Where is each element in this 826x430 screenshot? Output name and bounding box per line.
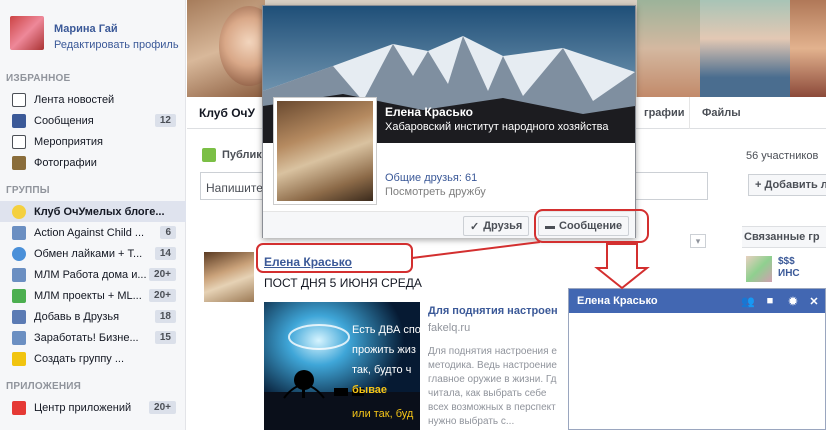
group-item[interactable]: МЛМ Работа дома и... 20+ [0, 264, 186, 285]
chat-window: Елена Красько 👥 ■ ✹ ✕ [568, 288, 826, 430]
group-item-badge: 15 [154, 331, 176, 344]
tab-files[interactable]: Файлы [689, 97, 753, 129]
messages-icon [12, 113, 26, 128]
send-message-button[interactable]: ▬ Сообщение [538, 216, 630, 236]
groups-heading: ГРУППЫ [6, 185, 50, 196]
hover-card-photo[interactable] [273, 97, 377, 205]
profile-hover-card: Елена Красько Хабаровский институт народ… [262, 5, 636, 238]
post-author-name[interactable]: Елена Красько [264, 255, 352, 269]
group-icon [12, 225, 26, 240]
related-group-name[interactable]: $$$ ИНС [778, 256, 818, 280]
favorites-item-label: Мероприятия [34, 135, 103, 148]
see-friendship-link[interactable]: Посмотреть дружбу [385, 186, 486, 198]
photos-icon [12, 155, 26, 170]
post-options-chevron-icon[interactable]: ▾ [690, 234, 706, 248]
group-item-label: Клуб ОчУмелых блоге... [34, 205, 165, 218]
group-item-badge: 18 [154, 310, 176, 323]
left-sidebar: Марина Гай Редактировать профиль ИЗБРАНН… [0, 0, 186, 430]
group-item[interactable]: МЛМ проекты + МL... 20+ [0, 285, 186, 306]
app-item[interactable]: Центр приложений 20+ [0, 397, 186, 418]
group-item[interactable]: Создать группу ... [0, 348, 186, 369]
members-count[interactable]: 56 участников [746, 150, 818, 162]
group-icon [12, 330, 26, 345]
app-item-badge: 20+ [149, 401, 176, 414]
tab-group-name[interactable]: Клуб ОчУ [187, 97, 267, 129]
globe-icon [12, 246, 26, 261]
news-feed-icon [12, 92, 26, 107]
group-item[interactable]: Заработать! Бизне... 15 [0, 327, 186, 348]
group-item[interactable]: Добавь в Друзья 18 [0, 306, 186, 327]
group-item[interactable]: Обмен лайками + Т... 14 [0, 243, 186, 264]
person-icon [12, 309, 26, 324]
group-item[interactable]: Action Against Child ... 6 [0, 222, 186, 243]
gear-icon[interactable]: ✹ [786, 294, 800, 308]
related-group-thumbnail[interactable] [746, 256, 772, 282]
group-item-label: Заработать! Бизне... [34, 331, 139, 344]
add-friends-to-chat-icon[interactable]: 👥 [741, 294, 755, 308]
group-item[interactable]: Клуб ОчУмелых блоге... [0, 201, 186, 222]
post-author-avatar[interactable] [204, 252, 254, 302]
group-item-label: Создать группу ... [34, 352, 125, 365]
group-item-badge: 20+ [149, 268, 176, 281]
post-text: ПОСТ ДНЯ 5 ИЮНЯ СРЕДА [264, 276, 422, 290]
close-icon[interactable]: ✕ [807, 294, 821, 308]
composer-tab-post[interactable]: Публик [222, 149, 262, 161]
group-item-label: МЛМ проекты + МL... [34, 289, 142, 302]
group-icon [12, 267, 26, 282]
image-text-block: Есть ДВА спо прожить жиз так, будто ч бы… [352, 324, 420, 420]
profile-name[interactable]: Марина Гай [54, 23, 118, 35]
events-icon [12, 134, 26, 149]
mutual-friends-link[interactable]: Общие друзья: 61 [385, 172, 477, 184]
hover-card-subtitle: Хабаровский институт народного хозяйства [385, 121, 609, 133]
edit-profile-link[interactable]: Редактировать профиль [54, 39, 179, 51]
app-center-icon [12, 400, 26, 415]
favorites-item-badge: 12 [154, 114, 176, 127]
checkmark-icon: ✓ [470, 220, 480, 233]
group-item-badge: 6 [160, 226, 176, 239]
chat-contact-name[interactable]: Елена Красько [577, 295, 658, 307]
group-item-badge: 20+ [149, 289, 176, 302]
favorites-item-label: Сообщения [34, 114, 94, 127]
group-item-badge: 14 [154, 247, 176, 260]
chat-header[interactable]: Елена Красько 👥 ■ ✹ ✕ [569, 289, 825, 313]
link-preview-domain: fakelq.ru [428, 322, 471, 334]
tab-photos[interactable]: графии [632, 97, 697, 129]
favorites-heading: ИЗБРАННОЕ [6, 73, 71, 84]
link-preview-image[interactable]: Есть ДВА спо прожить жиз так, будто ч бы… [264, 302, 420, 430]
add-members-button[interactable]: + Добавить л [748, 174, 826, 196]
link-preview-description: Для поднятия настроения е методика. Ведь… [428, 346, 557, 427]
video-call-icon[interactable]: ■ [763, 294, 777, 308]
mountain-icon [12, 288, 26, 303]
app-item-label: Центр приложений [34, 401, 132, 414]
hover-card-name[interactable]: Елена Красько [385, 105, 473, 119]
composer-post-icon [202, 148, 216, 162]
create-group-icon [12, 351, 26, 366]
message-icon: ▬ [545, 220, 555, 232]
group-item-label: Добавь в Друзья [34, 310, 120, 323]
favorites-item[interactable]: Лента новостей [0, 89, 186, 110]
favorites-item-label: Фотографии [34, 156, 97, 169]
group-item-label: Обмен лайками + Т... [34, 247, 143, 260]
group-item-label: МЛМ Работа дома и... [34, 268, 147, 281]
apps-heading: ПРИЛОЖЕНИЯ [6, 381, 82, 392]
favorites-item[interactable]: Фотографии [0, 152, 186, 173]
lightbulb-icon [12, 204, 26, 219]
profile-avatar[interactable] [10, 16, 44, 50]
favorites-item[interactable]: Сообщения 12 [0, 110, 186, 131]
favorites-item[interactable]: Мероприятия [0, 131, 186, 152]
friends-button[interactable]: ✓ Друзья [463, 216, 530, 236]
group-item-label: Action Against Child ... [34, 226, 145, 239]
link-preview-title[interactable]: Для поднятия настроен [428, 305, 558, 317]
related-groups-heading: Связанные гр [742, 226, 826, 248]
favorites-item-label: Лента новостей [34, 93, 115, 106]
